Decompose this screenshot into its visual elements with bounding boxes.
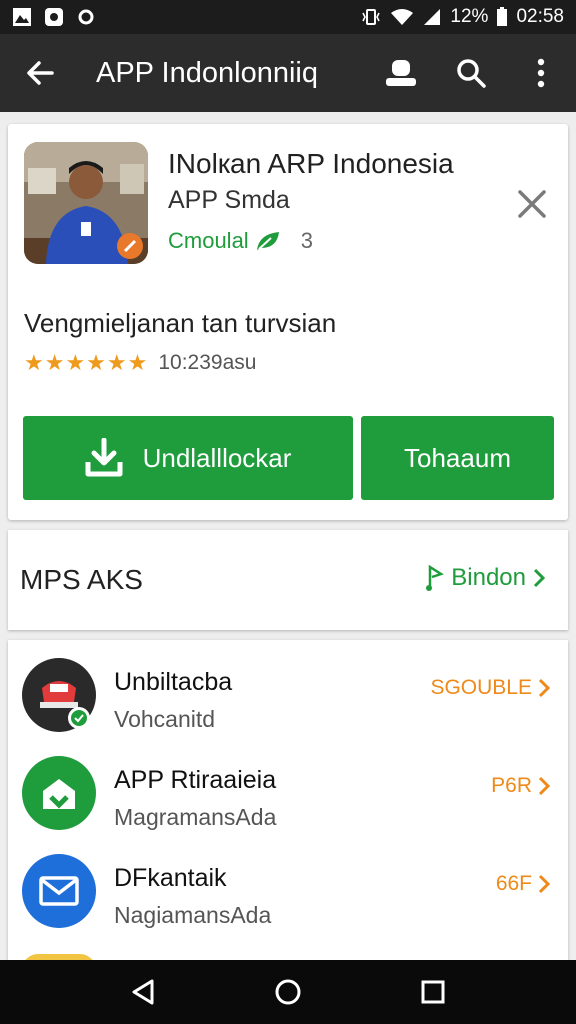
circle-home-icon <box>275 979 301 1005</box>
signal-icon <box>422 7 442 27</box>
list-item-price-label: P6R <box>491 774 532 797</box>
status-bar: 12% 02:58 <box>0 0 576 34</box>
open-label: Tohaaum <box>404 442 511 473</box>
chevron-right-icon <box>538 776 550 796</box>
category-count: 3 <box>300 228 313 253</box>
app-avatar <box>22 756 96 830</box>
section-more-label: Bindon <box>451 564 526 591</box>
app-list: Unbiltacba Vohcanitd SGOUBLE APP Rtiraai… <box>8 640 568 970</box>
chevron-right-icon <box>538 678 550 698</box>
arrow-left-icon <box>27 61 54 85</box>
system-nav-bar <box>0 960 576 1024</box>
download-icon <box>85 438 123 477</box>
account-icon <box>386 60 416 86</box>
battery-icon <box>496 7 508 27</box>
wifi-icon <box>390 7 414 27</box>
dismiss-button[interactable] <box>514 186 550 222</box>
home-icon <box>43 779 75 809</box>
app-name: INolкan ARP Indonesia <box>168 148 454 179</box>
triangle-back-icon <box>132 979 154 1005</box>
chevron-right-icon <box>538 874 550 894</box>
app-thumbnail[interactable] <box>24 142 148 264</box>
nav-recents-button[interactable] <box>403 962 463 1022</box>
music-note-icon <box>426 564 445 591</box>
vibrate-icon <box>360 7 382 27</box>
more-vertical-icon <box>537 58 545 88</box>
list-item-title: DFkantaik <box>114 864 227 892</box>
install-label: Undlalllockar <box>142 442 292 473</box>
leaf-icon <box>256 232 279 250</box>
list-item-title: Unbiltacba <box>114 668 233 696</box>
app-description: Vengmieljanan tan turvsian <box>24 308 337 338</box>
list-item[interactable]: APP Rtiraaieia MagramansAda P6R <box>8 738 568 834</box>
search-icon <box>457 59 486 88</box>
app-detail-card: INolкan ARP Indonesia APP Smda Cmoulal 3… <box>8 124 568 520</box>
list-item-subtitle: NagiamansAda <box>114 902 272 928</box>
rating-row: ★★★★★★ 10:239asu <box>24 350 256 376</box>
list-item-price[interactable]: SGOUBLE <box>430 676 550 700</box>
nav-home-button[interactable] <box>258 962 318 1022</box>
list-item-price-label: 66F <box>495 872 532 895</box>
list-item-price[interactable]: 66F <box>496 872 550 896</box>
list-item[interactable]: Unbiltacba Vohcanitd SGOUBLE <box>8 640 568 736</box>
app-avatar <box>22 854 96 928</box>
mail-icon <box>39 876 79 906</box>
search-button[interactable] <box>436 34 506 112</box>
section-header: MPS AKS Bindon <box>8 530 568 630</box>
developer-name[interactable]: APP Smda <box>168 186 290 215</box>
chevron-right-icon <box>533 568 546 588</box>
review-count: 10:239asu <box>158 351 257 374</box>
install-button[interactable]: Undlalllockar <box>23 416 353 500</box>
back-button[interactable] <box>0 34 80 112</box>
section-more-button[interactable]: Bindon <box>425 564 546 592</box>
account-button[interactable] <box>366 34 436 112</box>
rating-stars: ★★★★★★ <box>24 350 149 375</box>
message-notification-icon <box>44 7 64 27</box>
image-notification-icon <box>12 7 32 27</box>
close-icon <box>518 190 546 218</box>
category-label: Cmoulal <box>168 228 249 253</box>
app-avatar <box>22 658 96 732</box>
open-button[interactable]: Tohaaum <box>361 416 554 500</box>
car-logo-icon <box>40 681 90 729</box>
list-item-subtitle: Vohcanitd <box>114 706 216 732</box>
list-item-title: APP Rtiraaieia <box>114 766 277 794</box>
square-recents-icon <box>421 980 445 1004</box>
page-title: APP Indonlonniiq <box>96 56 318 89</box>
category-row[interactable]: Cmoulal 3 <box>168 228 313 254</box>
battery-percent: 12% <box>450 6 489 27</box>
list-item-price-label: SGOUBLE <box>430 676 532 699</box>
section-title: MPS AKS <box>20 564 143 595</box>
clock: 02:58 <box>516 6 564 27</box>
record-notification-icon <box>76 7 96 27</box>
list-item[interactable]: DFkantaik NagiamansAda 66F <box>8 836 568 932</box>
list-item-subtitle: MagramansAda <box>114 804 277 830</box>
nav-back-button[interactable] <box>113 962 173 1022</box>
list-item-price[interactable]: P6R <box>491 774 550 798</box>
overflow-menu-button[interactable] <box>506 34 576 112</box>
app-bar: APP Indonlonniiq <box>0 34 576 112</box>
